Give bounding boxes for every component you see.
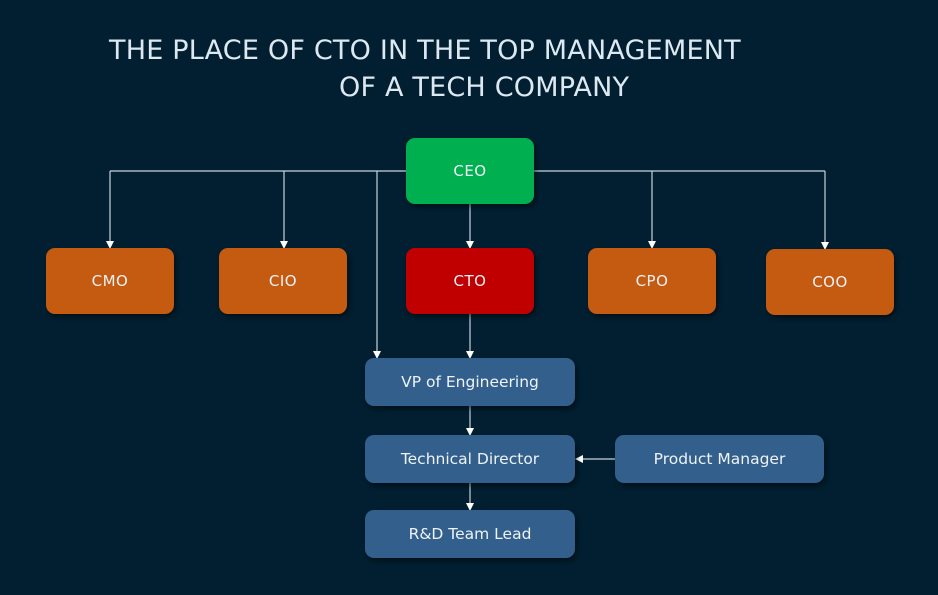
node-product-manager: Product Manager (615, 435, 824, 483)
node-ceo-label: CEO (453, 162, 487, 180)
node-cpo: CPO (588, 248, 716, 314)
node-coo-label: COO (812, 273, 848, 291)
node-cio-label: CIO (268, 272, 298, 290)
node-technical-director-label: Technical Director (400, 450, 540, 468)
node-ceo: CEO (406, 138, 534, 204)
node-vp-of-engineering: VP of Engineering (365, 358, 575, 406)
node-cto-label: CTO (453, 272, 487, 290)
node-cmo-label: CMO (91, 272, 129, 290)
node-coo: COO (766, 249, 894, 315)
node-technical-director: Technical Director (365, 435, 575, 483)
node-vp-of-engineering-label: VP of Engineering (401, 373, 539, 391)
node-product-manager-label: Product Manager (653, 450, 786, 468)
node-cto: CTO (406, 248, 534, 314)
node-cmo: CMO (46, 248, 174, 314)
node-rd-team-lead: R&D Team Lead (365, 510, 575, 558)
node-cio: CIO (219, 248, 347, 314)
node-cpo-label: CPO (635, 272, 669, 290)
node-rd-team-lead-label: R&D Team Lead (408, 525, 532, 543)
